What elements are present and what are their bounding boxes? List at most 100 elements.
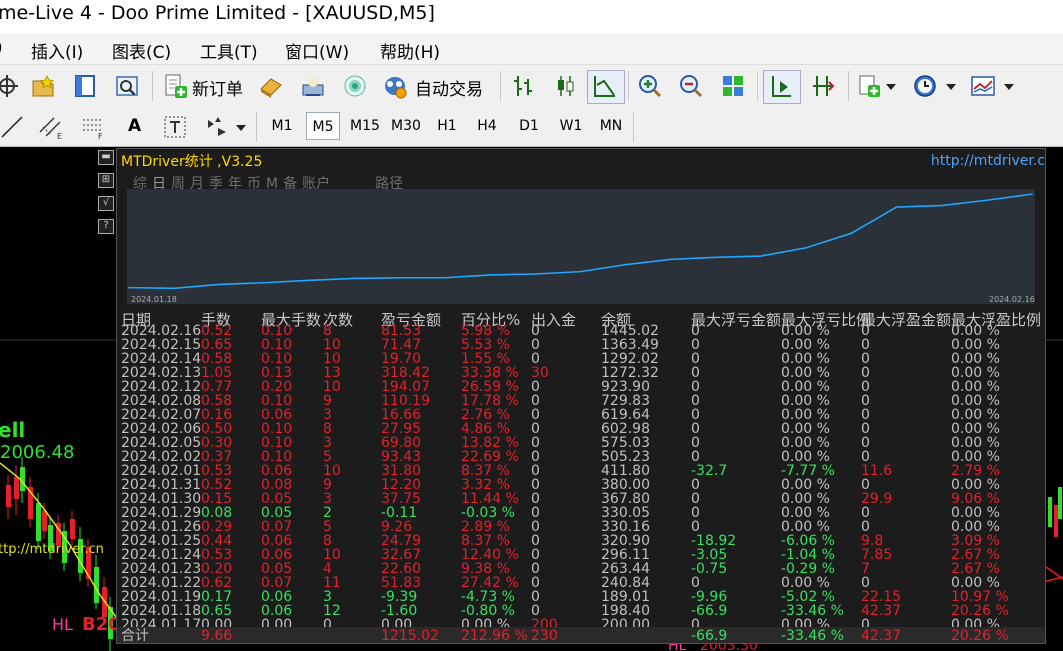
navigator-icon[interactable]	[72, 73, 98, 99]
chevron-down-icon[interactable]	[886, 83, 896, 91]
menu-item-help[interactable]: 帮助(H)	[380, 38, 440, 63]
new-order-button[interactable]: 新订单	[192, 75, 243, 100]
panel-url[interactable]: http://mtdriver.c	[931, 153, 1045, 169]
menu-item-insert[interactable]: 插入(I)	[31, 38, 83, 63]
table-row: 2024.02.02 0.37 0.10 5 93.43 22.69 % 0 505.23 0 0…	[117, 450, 1045, 464]
auto-scroll-icon[interactable]	[810, 73, 836, 99]
zoom-in-icon[interactable]	[637, 73, 663, 99]
chevron-down-icon[interactable]	[946, 83, 956, 91]
chart-settings-icon[interactable]: ⊞	[98, 173, 114, 188]
signals-icon[interactable]	[342, 73, 368, 99]
chart-indicator-icon[interactable]: √	[98, 196, 114, 211]
table-cell: 2024.02.12	[121, 379, 202, 395]
chart-shift-icon[interactable]	[768, 73, 794, 99]
indicators-icon[interactable]	[857, 73, 883, 99]
table-cell: 0.00 %	[951, 323, 1000, 339]
chevron-down-icon[interactable]	[236, 124, 246, 132]
table-cell: 5.53 %	[461, 337, 510, 353]
table-row: 2024.02.16 0.52 0.10 8 81.53 5.98 % 0 1445.02 0 0…	[117, 324, 1045, 338]
table-cell: 0.05	[261, 505, 293, 521]
menu-item-view[interactable]: )	[0, 38, 3, 58]
zoom-out-icon[interactable]	[678, 73, 704, 99]
table-cell: 26.59 %	[461, 379, 519, 395]
periods-icon[interactable]	[912, 73, 938, 99]
new-order-icon[interactable]	[162, 73, 188, 99]
table-cell: -3.05	[691, 547, 728, 563]
data-window-icon[interactable]	[300, 73, 326, 99]
chart-help-icon[interactable]: ?	[98, 219, 114, 234]
menu-item-charts[interactable]: 图表(C)	[112, 38, 171, 63]
trendline-icon[interactable]	[0, 114, 26, 140]
auto-trading-button[interactable]: 自动交易	[415, 75, 483, 100]
table-cell: 4.86 %	[461, 421, 510, 437]
table-cell: 0	[861, 575, 870, 591]
table-cell: 0	[861, 477, 870, 493]
table-cell: 110.19	[381, 393, 430, 409]
bar-chart-icon[interactable]	[510, 73, 536, 99]
timeframe-m5[interactable]: M5	[306, 112, 340, 140]
table-cell: 2024.01.31	[121, 477, 202, 493]
timeframe-d1[interactable]: D1	[512, 112, 546, 140]
auto-trading-icon[interactable]	[382, 73, 408, 99]
table-cell: 17.78 %	[461, 393, 519, 409]
candle-body	[1048, 497, 1052, 527]
table-cell: 0	[691, 491, 700, 507]
table-cell: 0.00 %	[951, 379, 1000, 395]
timeframe-h1[interactable]: H1	[430, 112, 464, 140]
table-cell: -9.39	[381, 589, 418, 605]
table-cell: 2024.01.26	[121, 519, 202, 535]
table-cell: 2024.02.02	[121, 449, 202, 465]
table-cell: 0.20	[261, 379, 293, 395]
table-cell: 320.90	[601, 533, 650, 549]
menu-item-tools[interactable]: 工具(T)	[200, 38, 258, 63]
menu-item-window[interactable]: 窗口(W)	[285, 38, 349, 63]
equity-curve-point	[534, 273, 537, 275]
table-cell: 198.40	[601, 603, 650, 619]
timeframe-h4[interactable]: H4	[470, 112, 504, 140]
table-cell: 1292.02	[601, 351, 659, 367]
favorites-folder-icon[interactable]	[30, 73, 56, 99]
table-cell: 0.58	[201, 351, 233, 367]
table-cell: 0.30	[201, 435, 233, 451]
table-cell: 0.00 %	[781, 575, 830, 591]
table-cell: 8	[323, 323, 332, 339]
table-row: 2024.01.30 0.15 0.05 3 37.75 11.44 % 0 367.80 0 0…	[117, 492, 1045, 506]
table-cell: -0.11	[381, 505, 418, 521]
table-cell: 30	[531, 365, 549, 381]
chevron-down-icon[interactable]	[1004, 83, 1014, 91]
candle-body	[70, 519, 75, 539]
table-cell: 10.97 %	[951, 589, 1009, 605]
timeframe-w1[interactable]: W1	[554, 112, 588, 140]
equity-curve-point	[128, 286, 130, 289]
market-watch-icon[interactable]	[258, 73, 284, 99]
timeframe-m1[interactable]: M1	[265, 112, 299, 140]
table-cell: 22.60	[381, 561, 422, 577]
tile-windows-icon[interactable]	[720, 73, 746, 99]
table-cell: 3	[323, 435, 332, 451]
crosshair-icon[interactable]	[0, 73, 20, 99]
equidistant-channel-icon[interactable]: E	[38, 114, 64, 140]
text-label-icon[interactable]	[162, 114, 188, 140]
table-cell: -33.46 %	[781, 603, 844, 619]
timeframe-mn[interactable]: MN	[594, 112, 628, 140]
table-cell: -5.02 %	[781, 589, 835, 605]
strategy-tester-icon[interactable]	[114, 73, 140, 99]
timeframe-m30[interactable]: M30	[389, 112, 423, 140]
arrows-icon[interactable]	[204, 114, 230, 140]
table-cell: 0.00 %	[951, 393, 1000, 409]
templates-icon[interactable]	[970, 73, 996, 99]
table-cell: -4.73 %	[461, 589, 515, 605]
text-tool-button[interactable]: A	[128, 116, 141, 136]
chart-minimize-icon[interactable]: ▬	[98, 150, 114, 165]
table-cell: 3	[323, 589, 332, 605]
table-cell: 367.80	[601, 491, 650, 507]
line-chart-icon[interactable]	[592, 73, 618, 99]
fibonacci-icon[interactable]: F	[80, 114, 106, 140]
table-cell: 0.00 %	[781, 491, 830, 507]
table-cell: 0	[531, 351, 540, 367]
candlesticks-icon[interactable]	[552, 73, 578, 99]
timeframe-m15[interactable]: M15	[348, 112, 382, 140]
table-cell: 0	[531, 379, 540, 395]
candle-body	[6, 485, 11, 507]
table-cell: 24.79	[381, 533, 422, 549]
